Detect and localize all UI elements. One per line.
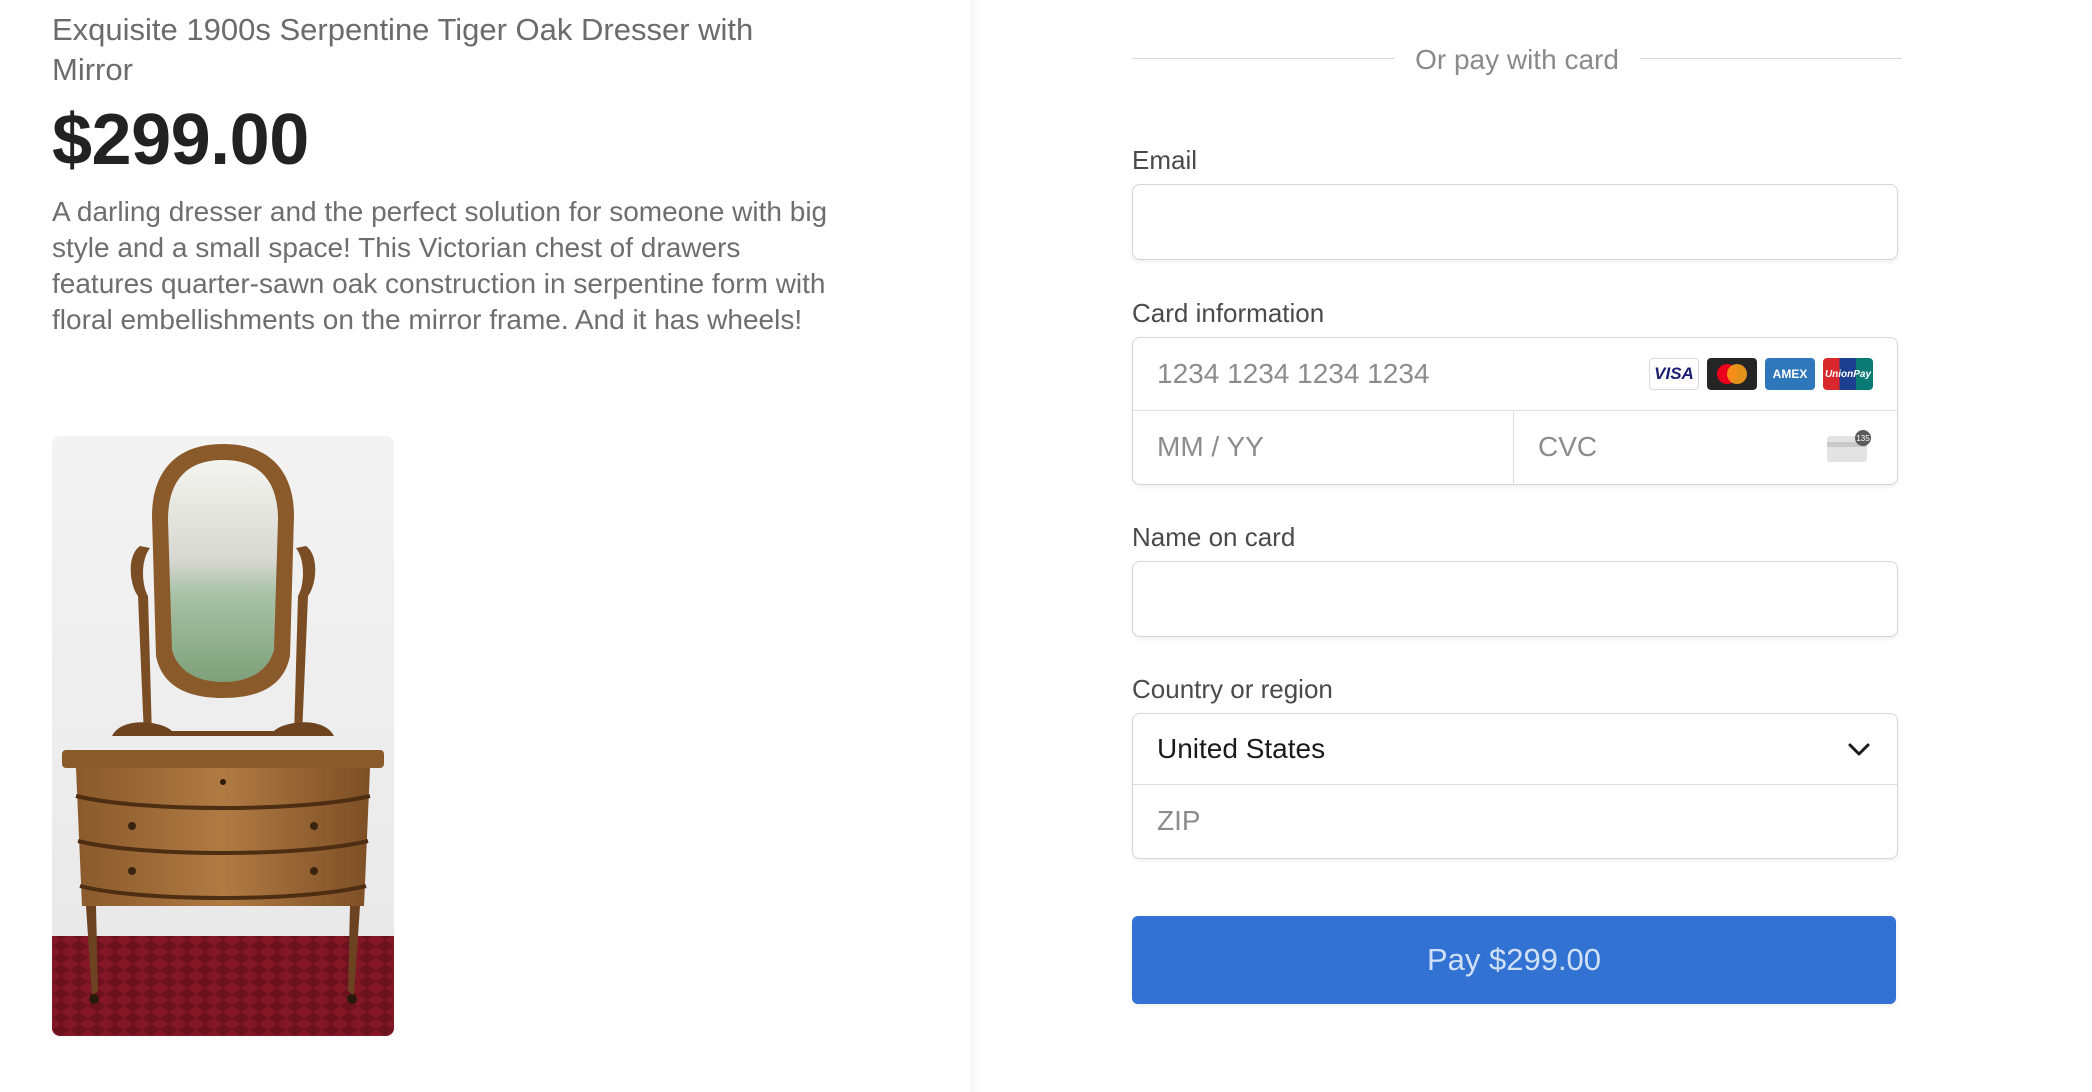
pane-divider: [970, 0, 980, 1092]
email-field-box: [1132, 184, 1898, 260]
amex-icon: AMEX: [1765, 358, 1815, 390]
mastercard-icon: [1707, 358, 1757, 390]
zip-input[interactable]: [1133, 785, 1897, 857]
or-pay-with-card-text: Or pay with card: [1415, 44, 1619, 75]
card-information-box: VISA AMEX UnionPay 135: [1132, 337, 1898, 485]
mastercard-circles: [1717, 364, 1747, 384]
name-on-card-label: Name on card: [1132, 522, 1296, 552]
cvc-icon-number: 135: [1856, 434, 1870, 443]
product-image: [52, 436, 394, 1036]
email-field[interactable]: [1133, 185, 1897, 259]
visa-icon: VISA: [1649, 358, 1699, 390]
product-summary-pane: Exquisite 1900s Serpentine Tiger Oak Dre…: [0, 0, 970, 1092]
card-expiry-input[interactable]: [1133, 411, 1513, 483]
card-information-label: Card information: [1132, 298, 1325, 328]
unionpay-icon: UnionPay: [1823, 358, 1873, 390]
chevron-down-icon: [1848, 743, 1870, 756]
country-selected-value: United States: [1157, 733, 1326, 764]
divider-line-right: [1640, 58, 1902, 59]
name-on-card-field[interactable]: [1133, 562, 1897, 636]
card-cvc-input[interactable]: [1514, 411, 1814, 483]
card-brand-icons: VISA AMEX UnionPay: [1649, 358, 1873, 390]
name-on-card-box: [1132, 561, 1898, 637]
or-divider: Or pay with card: [1132, 40, 1902, 80]
product-description: A darling dresser and the perfect soluti…: [52, 196, 828, 335]
country-zip-box: United States: [1132, 713, 1898, 859]
country-label: Country or region: [1132, 674, 1333, 704]
cvc-card-icon: 135: [1827, 430, 1871, 462]
email-label: Email: [1132, 145, 1198, 175]
dresser-photo-icon: [52, 444, 394, 1036]
payment-form-pane: Or pay with card Email Card information …: [980, 0, 2092, 1092]
product-price: $299.00: [52, 100, 309, 180]
country-select[interactable]: United States: [1133, 714, 1897, 784]
pay-button[interactable]: Pay $299.00: [1132, 916, 1896, 1004]
card-number-input[interactable]: [1133, 338, 1633, 410]
product-title: Exquisite 1900s Serpentine Tiger Oak Dre…: [52, 12, 754, 87]
